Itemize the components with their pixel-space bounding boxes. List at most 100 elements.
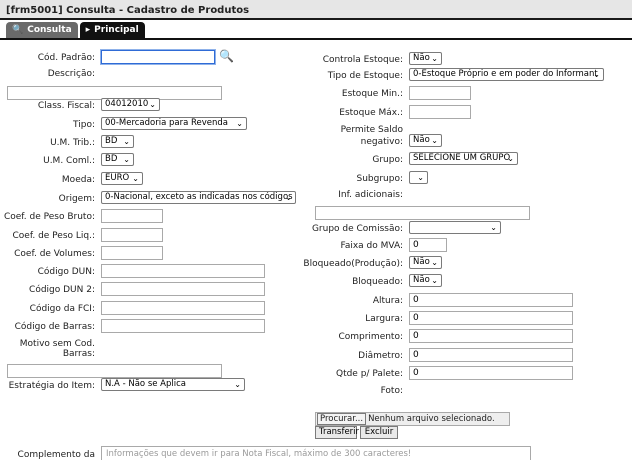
excluir-button[interactable]: Excluir — [360, 426, 398, 439]
caret-right-icon: ▸ — [85, 25, 91, 35]
motivo-label-2: Barras: — [62, 349, 95, 359]
chevron-down-icon: ⌄ — [234, 380, 241, 389]
largura-label: Largura: — [365, 314, 403, 324]
chevron-down-icon: ⌄ — [431, 258, 438, 267]
comprimento-label: Comprimento: — [338, 332, 403, 342]
chevron-down-icon: ⌄ — [123, 137, 130, 146]
class-fiscal-select[interactable]: 04012010 ⌄ — [101, 98, 160, 111]
foto-label: Foto: — [380, 386, 403, 396]
estoque-max-input[interactable] — [409, 105, 471, 119]
bloqueado-label: Bloqueado: — [352, 277, 403, 287]
um-coml-label: U.M. Coml.: — [43, 156, 95, 166]
grupo-comissao-label: Grupo de Comissão: — [311, 224, 403, 234]
qtde-palete-label: Qtde p/ Palete: — [335, 369, 403, 379]
diametro-label: Diâmetro: — [358, 351, 403, 361]
motivo-input[interactable] — [7, 364, 222, 378]
um-coml-select[interactable]: BD ⌄ — [101, 153, 134, 166]
tipo-label: Tipo: — [73, 120, 95, 130]
transferir-button[interactable]: Transferir — [315, 426, 359, 439]
qtde-palete-input[interactable]: 0 — [409, 366, 573, 380]
window-title-bar: [frm5001] Consulta - Cadastro de Produto… — [0, 0, 632, 20]
bloqueado-producao-label: Bloqueado(Produção): — [303, 259, 403, 269]
altura-label: Altura: — [372, 296, 403, 306]
origem-select[interactable]: 0-Nacional, exceto as indicadas nos códi… — [101, 191, 296, 204]
motivo-label-1: Motivo sem Cod. — [19, 339, 95, 349]
tab-consulta[interactable]: 🔍 Consulta — [6, 22, 78, 38]
dun2-input[interactable] — [101, 282, 265, 296]
chevron-down-icon: ⌄ — [431, 276, 438, 285]
tipo-estoque-label: Tipo de Estoque: — [327, 71, 403, 81]
saldo-negativo-label-2: negativo: — [360, 137, 403, 147]
estoque-min-label: Estoque Min.: — [341, 89, 403, 99]
comprimento-input[interactable]: 0 — [409, 329, 573, 343]
moeda-label: Moeda: — [61, 175, 95, 185]
tab-underline — [0, 38, 632, 40]
origem-label: Origem: — [58, 194, 95, 204]
estrategia-select[interactable]: N.A - Não se Aplica ⌄ — [101, 378, 245, 391]
file-status: Nenhum arquivo selecionado. — [368, 414, 495, 424]
chevron-down-icon: ⌄ — [431, 136, 438, 145]
inf-adicionais-input[interactable] — [315, 206, 530, 220]
largura-input[interactable]: 0 — [409, 311, 573, 325]
estoque-min-input[interactable] — [409, 86, 471, 100]
chevron-down-icon: ⌄ — [123, 155, 130, 164]
bloqueado-producao-select[interactable]: Não ⌄ — [409, 256, 442, 269]
window-title: [frm5001] Consulta - Cadastro de Produto… — [6, 5, 250, 16]
peso-liq-input[interactable] — [101, 228, 163, 242]
chevron-down-icon: ⌄ — [507, 154, 514, 163]
browse-button[interactable]: Procurar... — [317, 413, 367, 425]
um-trib-label: U.M. Trib.: — [50, 138, 95, 148]
chevron-down-icon: ⌄ — [431, 54, 438, 63]
faixa-mva-input[interactable]: 0 — [409, 238, 447, 252]
faixa-mva-label: Faixa do MVA: — [340, 241, 403, 251]
tab-principal[interactable]: ▸ Principal — [79, 22, 145, 38]
estoque-max-label: Estoque Máx.: — [339, 108, 403, 118]
altura-input[interactable]: 0 — [409, 293, 573, 307]
dun2-label: Código DUN 2: — [29, 285, 95, 295]
estrategia-label: Estratégia do Item: — [8, 381, 95, 391]
chevron-down-icon: ⌄ — [132, 174, 139, 183]
barras-label: Código de Barras: — [14, 322, 95, 332]
cod-padrao-input[interactable] — [101, 50, 215, 64]
tipo-select[interactable]: 00-Mercadoria para Revenda ⌄ — [101, 117, 247, 130]
cod-padrao-label: Cód. Padrão: — [37, 53, 95, 63]
tab-bar: 🔍 Consulta ▸ Principal — [6, 22, 145, 38]
bloqueado-select[interactable]: Não ⌄ — [409, 274, 442, 287]
saldo-negativo-label-1: Permite Saldo — [340, 125, 403, 135]
saldo-negativo-select[interactable]: Não ⌄ — [409, 134, 442, 147]
peso-bruto-input[interactable] — [101, 209, 163, 223]
grupo-select[interactable]: SELECIONE UM GRUPO ⌄ — [409, 152, 518, 165]
search-icon[interactable]: 🔍 — [219, 49, 234, 63]
controla-estoque-select[interactable]: Não ⌄ — [409, 52, 442, 65]
fci-input[interactable] — [101, 301, 265, 315]
barras-input[interactable] — [101, 319, 265, 333]
chevron-down-icon: ⌄ — [417, 173, 424, 182]
chevron-down-icon: ⌄ — [236, 119, 243, 128]
diametro-input[interactable]: 0 — [409, 348, 573, 362]
controla-estoque-label: Controla Estoque: — [322, 55, 403, 65]
tipo-estoque-select[interactable]: 0-Estoque Próprio e em poder do Informan… — [409, 68, 604, 81]
inf-adicionais-label: Inf. adicionais: — [338, 190, 403, 200]
chevron-down-icon: ⌄ — [285, 193, 292, 202]
dun-label: Código DUN: — [37, 267, 95, 277]
volumes-input[interactable] — [101, 246, 163, 260]
grupo-comissao-select[interactable]: ⌄ — [409, 221, 501, 234]
chevron-down-icon: ⌄ — [149, 100, 156, 109]
subgrupo-select[interactable]: ⌄ — [409, 171, 428, 184]
complemento-label: Complemento da — [17, 450, 95, 460]
file-input[interactable]: Procurar... Nenhum arquivo selecionado. — [315, 412, 510, 426]
complemento-textarea[interactable]: Informações que devem ir para Nota Fisca… — [101, 446, 531, 460]
grupo-label: Grupo: — [372, 155, 403, 165]
peso-bruto-label: Coef. de Peso Bruto: — [3, 212, 95, 222]
subgrupo-label: Subgrupo: — [356, 174, 404, 184]
um-trib-select[interactable]: BD ⌄ — [101, 135, 134, 148]
peso-liq-label: Coef. de Peso Liq.: — [12, 231, 96, 241]
chevron-down-icon: ⌄ — [593, 70, 600, 79]
search-icon: 🔍 — [12, 25, 24, 35]
moeda-select[interactable]: EURO ⌄ — [101, 172, 143, 185]
dun-input[interactable] — [101, 264, 265, 278]
fci-label: Código da FCI: — [29, 304, 95, 314]
volumes-label: Coef. de Volumes: — [14, 249, 95, 259]
descricao-label: Descrição: — [47, 69, 95, 79]
chevron-down-icon: ⌄ — [490, 223, 497, 232]
